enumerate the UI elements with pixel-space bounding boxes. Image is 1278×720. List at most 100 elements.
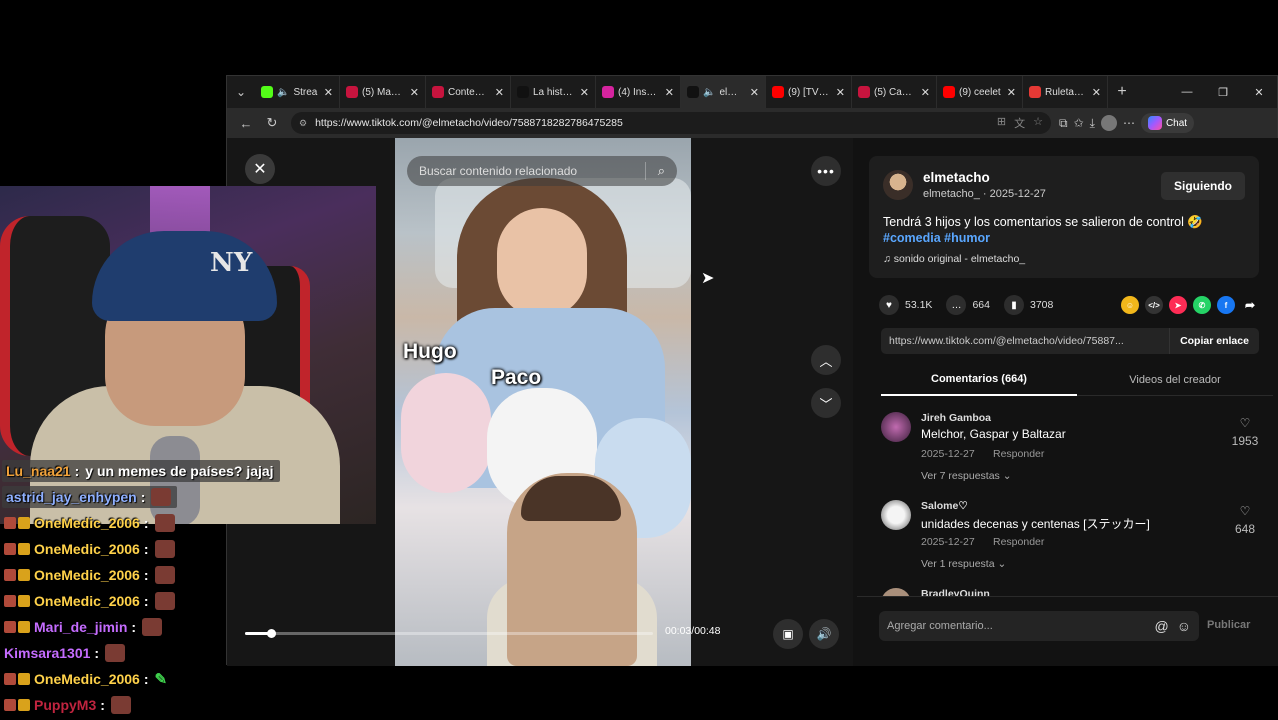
minimize-icon[interactable]: —: [1169, 76, 1205, 108]
video-time: 00:03/00:48: [665, 625, 721, 637]
profile-avatar[interactable]: [1100, 115, 1117, 131]
mention-at-icon[interactable]: @: [1154, 618, 1168, 634]
browser-tab[interactable]: Ruleta Ale ✕: [1023, 76, 1108, 108]
commenter-avatar[interactable]: [881, 412, 911, 442]
tab-comments[interactable]: Comentarios (664): [881, 364, 1077, 396]
creator-name[interactable]: elmetacho: [923, 170, 990, 185]
badge-icon: [4, 569, 16, 581]
close-tab-icon[interactable]: ✕: [1092, 86, 1101, 99]
commenter-name[interactable]: Jireh Gamboa: [921, 412, 991, 424]
comment-text: unidades decenas y centenas [ステッカー]: [921, 517, 1150, 531]
comment-button[interactable]: … 664: [946, 295, 990, 315]
video-scene: [521, 476, 621, 521]
add-comment-input[interactable]: Agregar comentario... @ ☺: [879, 611, 1199, 641]
downloads-icon[interactable]: ⤓: [1090, 116, 1095, 131]
sound-link[interactable]: ♫ sonido original - elmetacho_: [883, 253, 1025, 265]
like-count: 53.1K: [905, 299, 933, 311]
search-icon[interactable]: ⌕: [658, 163, 665, 179]
volume-icon[interactable]: 🔊: [809, 619, 839, 649]
caption-text: Tendrá 3 hijos y los comentarios se sali…: [883, 215, 1203, 229]
copy-link-button[interactable]: Copiar enlace: [1169, 328, 1259, 354]
chat-separator: :: [74, 463, 80, 479]
overlay-label-hugo: Hugo: [403, 340, 457, 363]
speaker-icon[interactable]: 🔈: [703, 87, 715, 98]
publish-button[interactable]: Publicar: [1207, 619, 1250, 631]
more-options-icon[interactable]: •••: [811, 156, 841, 186]
copilot-chat-button[interactable]: Chat: [1140, 113, 1195, 133]
close-tab-icon[interactable]: ✕: [921, 86, 930, 99]
browser-tab[interactable]: (5) Mansa ✕: [340, 76, 426, 108]
friends-share-icon[interactable]: ☺: [1121, 296, 1139, 314]
reply-button[interactable]: Responder: [993, 448, 1044, 460]
browser-tab[interactable]: (9) [TVPP ✕: [766, 76, 852, 108]
restore-icon[interactable]: ❐: [1205, 76, 1241, 108]
address-bar[interactable]: ⚙ https://www.tiktok.com/@elmetacho/vide…: [291, 112, 1051, 134]
video-link[interactable]: https://www.tiktok.com/@elmetacho/video/…: [881, 335, 1169, 347]
close-tab-icon[interactable]: ✕: [836, 86, 845, 99]
app-available-icon[interactable]: ⊞: [997, 115, 1006, 131]
close-tab-icon[interactable]: ✕: [495, 86, 504, 99]
tab-creator-videos[interactable]: Videos del creador: [1077, 364, 1273, 396]
reload-icon[interactable]: ↻: [259, 110, 285, 136]
comment-date: 2025-12-27: [921, 448, 975, 460]
browser-toolbar: ← ↻ ⚙ https://www.tiktok.com/@elmetacho/…: [227, 108, 1277, 138]
commenter-avatar[interactable]: [881, 588, 911, 596]
commenter-name[interactable]: BradleyQuinn: [921, 588, 990, 596]
embed-icon[interactable]: </>: [1145, 296, 1163, 314]
picture-in-picture-icon[interactable]: ▣: [773, 619, 803, 649]
commenter-name[interactable]: Salome♡: [921, 500, 968, 512]
chat-message: astrid_jay_enhypen:: [2, 486, 178, 508]
chat-message: Lu_naa21: y un memes de países? jajaj: [2, 460, 280, 482]
browser-tab[interactable]: (5) Cancio ✕: [852, 76, 937, 108]
extensions-icon[interactable]: ⧉: [1059, 116, 1068, 131]
reply-button[interactable]: Responder: [993, 536, 1044, 548]
save-button[interactable]: ▮ 3708: [1003, 295, 1053, 315]
send-icon[interactable]: ➤: [1169, 296, 1187, 314]
close-tab-icon[interactable]: ✕: [750, 86, 759, 99]
video-progress-bar[interactable]: [245, 629, 653, 638]
emoji-icon[interactable]: ☺: [1177, 618, 1191, 634]
close-window-icon[interactable]: ✕: [1241, 76, 1277, 108]
previous-video-chevron-up-icon[interactable]: ︿: [811, 345, 841, 375]
badge-icon: [18, 673, 30, 685]
close-tab-icon[interactable]: ✕: [665, 86, 674, 99]
tab-list-chevron-icon[interactable]: ⌄: [227, 76, 255, 108]
browser-tab[interactable]: (9) ceelet ✕: [937, 76, 1023, 108]
creator-avatar[interactable]: [883, 170, 913, 200]
next-video-chevron-down-icon[interactable]: ﹀: [811, 388, 841, 418]
browser-tab[interactable]: 🔈 elmet ✕: [681, 76, 766, 108]
hashtags[interactable]: #comedia #humor: [883, 231, 990, 245]
site-info-icon[interactable]: ⚙: [299, 118, 307, 129]
browser-tab[interactable]: La historia ✕: [511, 76, 596, 108]
like-button[interactable]: ♥ 53.1K: [879, 295, 932, 315]
badge-icon: [18, 543, 30, 555]
muted-speaker-icon[interactable]: 🔈: [277, 87, 289, 98]
translate-icon[interactable]: 文: [1014, 115, 1025, 131]
badge-icon: [18, 569, 30, 581]
whatsapp-icon[interactable]: ✆: [1193, 296, 1211, 314]
new-tab-button[interactable]: +: [1108, 76, 1136, 108]
view-replies-button[interactable]: Ver 1 respuesta ⌄: [921, 558, 1006, 570]
share-arrow-icon[interactable]: ➦: [1241, 296, 1259, 314]
close-tab-icon[interactable]: ✕: [410, 86, 419, 99]
comment-like-heart-icon[interactable]: ♡: [1229, 416, 1261, 430]
browser-tab[interactable]: 🔈 Strea ✕: [255, 76, 340, 108]
view-replies-button[interactable]: Ver 7 respuestas ⌄: [921, 470, 1012, 482]
video-player[interactable]: Buscar contenido relacionado ⌕ Hugo Paco: [395, 138, 691, 666]
close-tab-icon[interactable]: ✕: [1007, 86, 1016, 99]
favorites-icon[interactable]: ✩: [1074, 116, 1084, 130]
favorite-star-icon[interactable]: ☆: [1033, 115, 1043, 131]
settings-more-icon[interactable]: ⋯: [1123, 116, 1135, 130]
browser-tab[interactable]: (4) Instagr ✕: [596, 76, 681, 108]
close-tab-icon[interactable]: ✕: [580, 86, 589, 99]
related-search-input[interactable]: Buscar contenido relacionado ⌕: [407, 156, 677, 186]
facebook-icon[interactable]: f: [1217, 296, 1235, 314]
close-tab-icon[interactable]: ✕: [324, 86, 333, 99]
close-video-button[interactable]: ✕: [245, 154, 275, 184]
chat-username: OneMedic_2006: [34, 593, 140, 609]
comment-like-heart-icon[interactable]: ♡: [1229, 504, 1261, 518]
commenter-avatar[interactable]: [881, 500, 911, 530]
following-button[interactable]: Siguiendo: [1161, 172, 1245, 200]
browser-tab[interactable]: Contenido ✕: [426, 76, 511, 108]
back-arrow-icon[interactable]: ←: [233, 110, 259, 136]
